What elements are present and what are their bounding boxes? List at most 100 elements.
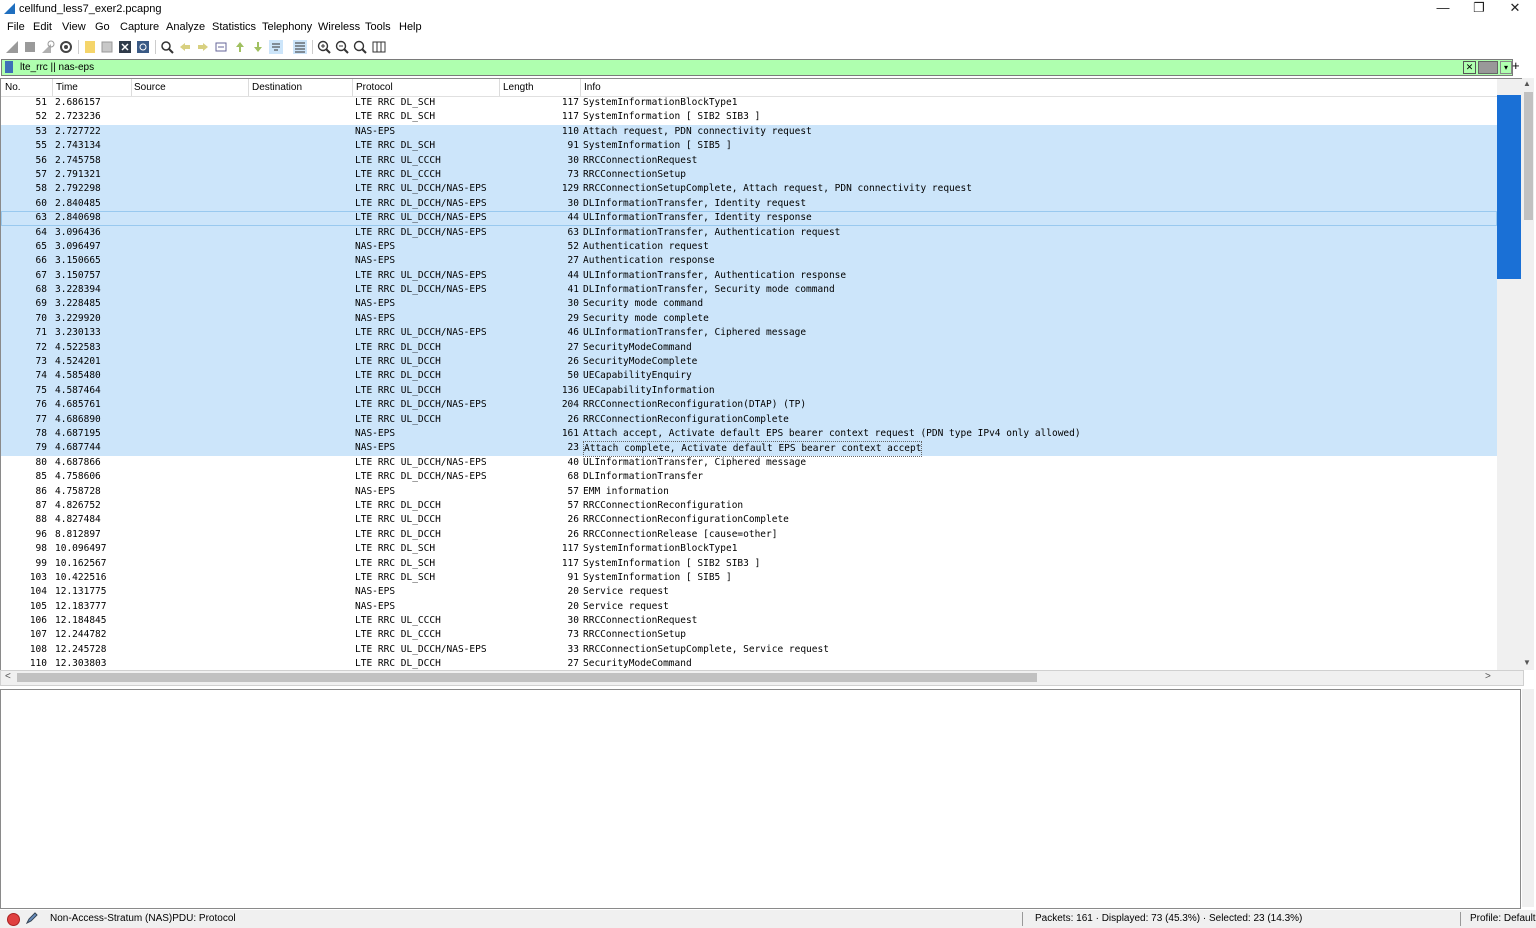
resize-columns-icon[interactable]	[372, 40, 386, 54]
go-to-packet-icon[interactable]	[214, 40, 228, 54]
menu-analyze[interactable]: Analyze	[166, 21, 205, 33]
packet-row[interactable]: 77 4.686890 LTE RRC UL_DCCH 26 RRCConnection…	[1, 412, 1497, 427]
column-divider[interactable]	[352, 79, 353, 96]
menu-go[interactable]: Go	[95, 21, 110, 33]
go-forward-icon[interactable]	[196, 40, 210, 54]
packet-row[interactable]: 105 12.183777 NAS-EPS 20 Service request	[1, 600, 1497, 614]
menu-view[interactable]: View	[62, 21, 86, 33]
restore-button[interactable]: ❐	[1461, 0, 1497, 18]
packet-row[interactable]: 103 10.422516 LTE RRC DL_SCH 91 SystemInform…	[1, 571, 1497, 585]
minimize-button[interactable]: —	[1425, 0, 1461, 18]
menu-tools[interactable]: Tools	[365, 21, 391, 33]
status-profile[interactable]: Profile: Default	[1470, 913, 1536, 924]
last-packet-icon[interactable]	[251, 40, 265, 54]
column-divider[interactable]	[131, 79, 132, 96]
packet-row[interactable]: 58 2.792298 LTE RRC UL_DCCH/NAS-EPS 129 RRCC…	[1, 182, 1497, 197]
capture-comment-icon[interactable]	[26, 912, 38, 924]
column-header-length[interactable]: Length	[503, 82, 534, 93]
scroll-right-icon[interactable]: >	[1485, 671, 1491, 682]
open-file-icon[interactable]	[83, 40, 97, 54]
menu-statistics[interactable]: Statistics	[212, 21, 256, 33]
packet-row[interactable]: 79 4.687744 NAS-EPS 23 Attach complete, Acti…	[1, 441, 1497, 458]
find-packet-icon[interactable]	[160, 40, 174, 54]
menu-telephony[interactable]: Telephony	[262, 21, 312, 33]
column-header-destination[interactable]: Destination	[252, 82, 302, 93]
start-capture-icon[interactable]	[5, 40, 19, 54]
packet-row[interactable]: 86 4.758728 NAS-EPS 57 EMM information	[1, 485, 1497, 499]
menu-file[interactable]: File	[7, 21, 25, 33]
column-header-source[interactable]: Source	[134, 82, 166, 93]
save-file-icon[interactable]	[100, 40, 114, 54]
scroll-left-icon[interactable]: <	[5, 671, 11, 682]
packet-row[interactable]: 85 4.758606 LTE RRC DL_DCCH/NAS-EPS 68 DLInf…	[1, 470, 1497, 484]
packet-row[interactable]: 70 3.229920 NAS-EPS 29 Security mode complet…	[1, 311, 1497, 327]
packet-row[interactable]: 71 3.230133 LTE RRC UL_DCCH/NAS-EPS 46 ULInf…	[1, 326, 1497, 341]
packet-row[interactable]: 57 2.791321 LTE RRC DL_CCCH 73 RRCConnection…	[1, 167, 1497, 183]
filter-history-chevron-icon[interactable]: ▾	[1500, 61, 1512, 74]
packet-row[interactable]: 80 4.687866 LTE RRC UL_DCCH/NAS-EPS 40 ULInf…	[1, 456, 1497, 470]
column-header-info[interactable]: Info	[584, 82, 601, 93]
packet-row[interactable]: 64 3.096436 LTE RRC DL_DCCH/NAS-EPS 63 DLInf…	[1, 225, 1497, 240]
colorize-icon[interactable]	[293, 40, 307, 54]
restart-capture-icon[interactable]	[41, 40, 55, 54]
scroll-down-icon[interactable]: ▼	[1523, 658, 1531, 667]
packet-row[interactable]: 72 4.522583 LTE RRC DL_DCCH 27 SecurityModeC…	[1, 340, 1497, 356]
column-header-protocol[interactable]: Protocol	[356, 82, 393, 93]
packet-row[interactable]: 69 3.228485 NAS-EPS 30 Security mode command	[1, 297, 1497, 312]
packet-row[interactable]: 52 2.723236 LTE RRC DL_SCH 117 SystemInforma…	[1, 110, 1497, 124]
packet-list-horizontal-scrollbar[interactable]: < >	[0, 670, 1524, 686]
packet-row[interactable]: 108 12.245728 LTE RRC UL_DCCH/NAS-EPS 33 RRC…	[1, 643, 1497, 657]
go-back-icon[interactable]	[178, 40, 192, 54]
add-filter-button[interactable]: +	[1512, 58, 1520, 73]
packet-row[interactable]: 51 2.686157 LTE RRC DL_SCH 117 SystemInforma…	[1, 96, 1497, 110]
packet-row[interactable]: 99 10.162567 LTE RRC DL_SCH 117 SystemInform…	[1, 557, 1497, 571]
auto-scroll-icon[interactable]	[269, 40, 283, 54]
column-divider[interactable]	[52, 79, 53, 96]
packet-row[interactable]: 66 3.150665 NAS-EPS 27 Authentication respon…	[1, 254, 1497, 269]
column-divider[interactable]	[248, 79, 249, 96]
packet-row[interactable]: 96 8.812897 LTE RRC DL_DCCH 26 RRCConnection…	[1, 528, 1497, 542]
packet-row[interactable]: 106 12.184845 LTE RRC UL_CCCH 30 RRCConnecti…	[1, 614, 1497, 628]
packet-row[interactable]: 56 2.745758 LTE RRC UL_CCCH 30 RRCConnection…	[1, 153, 1497, 168]
column-header-no[interactable]: No.	[5, 82, 21, 93]
packet-row[interactable]: 67 3.150757 LTE RRC UL_DCCH/NAS-EPS 44 ULInf…	[1, 268, 1497, 284]
menu-wireless[interactable]: Wireless	[318, 21, 360, 33]
packet-row[interactable]: 74 4.585480 LTE RRC DL_DCCH 50 UECapabilityE…	[1, 369, 1497, 384]
filter-apply-arrow-icon[interactable]	[1478, 61, 1498, 74]
packet-row[interactable]: 78 4.687195 NAS-EPS 161 Attach accept, Activ…	[1, 426, 1497, 442]
menu-help[interactable]: Help	[399, 21, 422, 33]
packet-details-pane[interactable]	[0, 689, 1521, 909]
menu-capture[interactable]: Capture	[120, 21, 159, 33]
menu-edit[interactable]: Edit	[33, 21, 52, 33]
column-divider[interactable]	[499, 79, 500, 96]
close-file-icon[interactable]	[118, 40, 132, 54]
close-button[interactable]: ✕	[1497, 0, 1533, 18]
display-filter-input[interactable]	[20, 61, 1450, 74]
expert-info-icon[interactable]	[7, 913, 20, 926]
packet-list[interactable]: No. Time Source Destination Protocol Len…	[0, 78, 1524, 672]
zoom-out-icon[interactable]	[335, 40, 349, 54]
packet-row[interactable]: 104 12.131775 NAS-EPS 20 Service request	[1, 585, 1497, 599]
packet-row[interactable]: 98 10.096497 LTE RRC DL_SCH 117 SystemInform…	[1, 542, 1497, 556]
filter-bookmark-icon[interactable]	[5, 61, 13, 73]
packet-list-scroll-thumb[interactable]	[1524, 92, 1533, 220]
packet-row[interactable]: 76 4.685761 LTE RRC DL_DCCH/NAS-EPS 204 RRCC…	[1, 398, 1497, 413]
packet-row[interactable]: 87 4.826752 LTE RRC DL_DCCH 57 RRCConnection…	[1, 499, 1497, 513]
packet-row[interactable]: 63 2.840698 LTE RRC UL_DCCH/NAS-EPS 44 ULInf…	[1, 211, 1497, 226]
packet-row[interactable]: 75 4.587464 LTE RRC UL_DCCH 136 UECapability…	[1, 383, 1497, 399]
packet-row[interactable]: 88 4.827484 LTE RRC UL_DCCH 26 RRCConnection…	[1, 513, 1497, 527]
column-divider[interactable]	[580, 79, 581, 96]
packet-minimap[interactable]	[1497, 79, 1522, 671]
details-vertical-scrollbar[interactable]	[1522, 689, 1534, 907]
scroll-up-icon[interactable]: ▲	[1523, 79, 1531, 88]
first-packet-icon[interactable]	[233, 40, 247, 54]
packet-row[interactable]: 53 2.727722 NAS-EPS 110 Attach request, PDN …	[1, 124, 1497, 140]
horizontal-scroll-thumb[interactable]	[17, 673, 1037, 682]
reload-file-icon[interactable]	[136, 40, 150, 54]
packet-row[interactable]: 60 2.840485 LTE RRC DL_DCCH/NAS-EPS 30 DLInf…	[1, 196, 1497, 212]
packet-row[interactable]: 73 4.524201 LTE RRC UL_DCCH 26 SecurityModeC…	[1, 355, 1497, 370]
column-header-time[interactable]: Time	[56, 82, 78, 93]
filter-clear-icon[interactable]: ✕	[1463, 61, 1476, 74]
packet-row[interactable]: 55 2.743134 LTE RRC DL_SCH 91 SystemInformat…	[1, 139, 1497, 154]
zoom-in-icon[interactable]	[317, 40, 331, 54]
